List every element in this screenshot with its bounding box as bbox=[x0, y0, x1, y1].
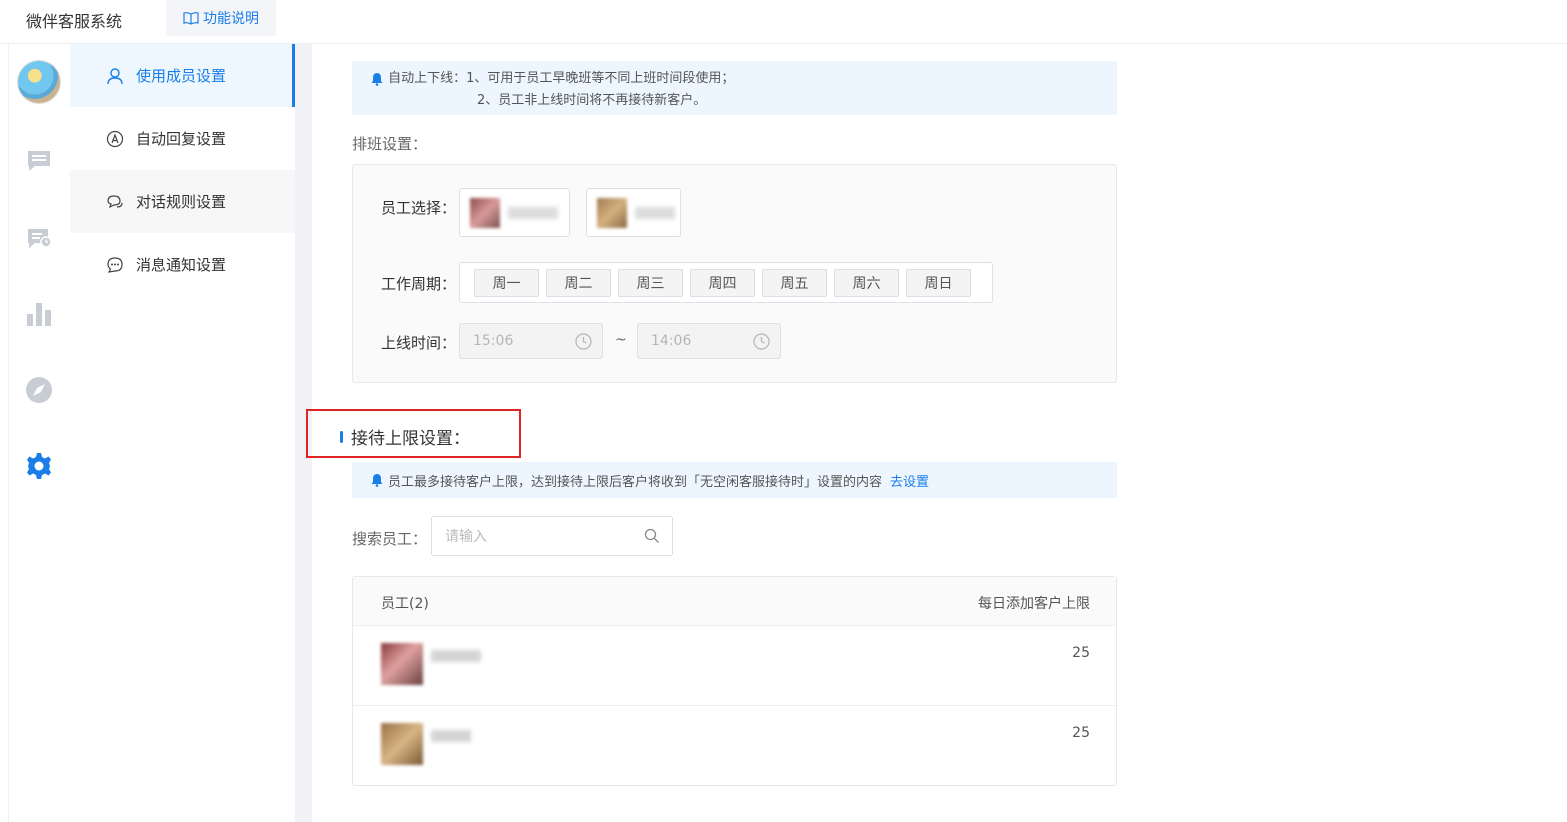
limit-section-title: 接待上限设置： bbox=[340, 424, 470, 449]
submenu-label: 消息通知设置 bbox=[136, 256, 227, 274]
settings-submenu: 使用成员设置 自动回复设置 对话规则设置 消息通知设置 bbox=[70, 44, 295, 822]
schedule-section-label: 排班设置： bbox=[352, 135, 428, 153]
search-employee-label: 搜索员工： bbox=[352, 530, 428, 548]
day-button-sat[interactable]: 周六 bbox=[834, 269, 899, 297]
day-button-sun[interactable]: 周日 bbox=[906, 269, 971, 297]
bell-icon bbox=[371, 72, 383, 86]
day-button-wed[interactable]: 周三 bbox=[618, 269, 683, 297]
daily-limit-value[interactable]: 25 bbox=[1072, 645, 1090, 661]
search-placeholder: 请输入 bbox=[445, 529, 487, 545]
settings-gear-icon[interactable] bbox=[25, 452, 53, 480]
end-time-value: 14:06 bbox=[651, 333, 692, 349]
employee-photo bbox=[381, 723, 423, 765]
app-title: 微伴客服系统 bbox=[26, 12, 123, 31]
search-icon bbox=[644, 528, 659, 543]
end-time-input[interactable]: 14:06 bbox=[637, 323, 781, 359]
submenu-item-members[interactable]: 使用成员设置 bbox=[70, 44, 295, 107]
main-content: 自动上下线：1、可用于员工早晚班等不同上班时间段使用； 2、员工非上线时间将不再… bbox=[306, 44, 1567, 822]
employee-chip[interactable] bbox=[586, 188, 681, 237]
day-button-tue[interactable]: 周二 bbox=[546, 269, 611, 297]
go-settings-link[interactable]: 去设置 bbox=[890, 471, 929, 490]
notice-line-2: 2、员工非上线时间将不再接待新客户。 bbox=[477, 93, 707, 108]
user-icon bbox=[107, 67, 123, 84]
employee-photo bbox=[470, 197, 500, 228]
limit-title-text: 接待上限设置： bbox=[351, 429, 470, 449]
help-link[interactable]: 功能说明 bbox=[166, 0, 276, 36]
table-row[interactable]: 25 bbox=[353, 706, 1116, 786]
day-button-mon[interactable]: 周一 bbox=[474, 269, 539, 297]
bell-icon bbox=[371, 474, 383, 487]
submenu-item-message-notify[interactable]: 消息通知设置 bbox=[70, 233, 295, 296]
auto-online-notice: 自动上下线：1、可用于员工早晚班等不同上班时间段使用； 2、员工非上线时间将不再… bbox=[352, 61, 1117, 115]
employee-limit-table: 员工(2) 每日添加客户上限 25 25 bbox=[352, 576, 1117, 786]
col-employee-header: 员工(2) bbox=[381, 596, 429, 612]
day-button-thu[interactable]: 周四 bbox=[690, 269, 755, 297]
notice-line-1: 自动上下线：1、可用于员工早晚班等不同上班时间段使用； bbox=[388, 71, 735, 86]
employee-photo bbox=[381, 643, 423, 685]
day-button-fri[interactable]: 周五 bbox=[762, 269, 827, 297]
table-row[interactable]: 25 bbox=[353, 626, 1116, 706]
compass-icon[interactable] bbox=[25, 376, 53, 404]
bar-chart-icon[interactable] bbox=[25, 300, 53, 328]
weekday-selector: 周一 周二 周三 周四 周五 周六 周日 bbox=[459, 262, 993, 303]
submenu-label: 使用成员设置 bbox=[136, 67, 227, 85]
table-header: 员工(2) 每日添加客户上限 bbox=[353, 577, 1116, 626]
employee-name-blurred bbox=[431, 650, 481, 662]
help-link-label: 功能说明 bbox=[203, 11, 259, 27]
employee-select-label: 员工选择： bbox=[381, 199, 457, 217]
message-notify-icon bbox=[107, 256, 123, 273]
employee-name-blurred bbox=[431, 730, 471, 742]
employee-photo bbox=[597, 197, 627, 228]
daily-limit-value[interactable]: 25 bbox=[1072, 725, 1090, 741]
employee-chip[interactable] bbox=[459, 188, 570, 237]
avatar[interactable] bbox=[18, 61, 60, 103]
search-employee-input[interactable]: 请输入 bbox=[431, 516, 673, 556]
top-bar: 微伴客服系统 功能说明 bbox=[0, 0, 1567, 44]
col-limit-header: 每日添加客户上限 bbox=[978, 596, 1090, 612]
submenu-label: 自动回复设置 bbox=[136, 130, 227, 148]
dialog-rules-icon bbox=[107, 194, 123, 208]
icon-sidebar bbox=[8, 44, 70, 822]
submenu-item-auto-reply[interactable]: 自动回复设置 bbox=[70, 107, 295, 170]
chat-history-icon[interactable] bbox=[25, 224, 53, 252]
employee-name-blurred bbox=[508, 206, 558, 219]
online-time-label: 上线时间： bbox=[381, 334, 457, 352]
limit-notice-text: 员工最多接待客户上限，达到接待上限后客户将收到「无空闲客服接待时」设置的内容 bbox=[388, 474, 883, 490]
time-range-separator: ~ bbox=[615, 332, 627, 348]
book-icon bbox=[183, 12, 199, 25]
work-period-label: 工作周期： bbox=[381, 275, 457, 293]
start-time-input[interactable]: 15:06 bbox=[459, 323, 603, 359]
schedule-panel: 员工选择： 工作周期： 周一 周二 周三 周四 周五 周六 周日 上线时间： 1… bbox=[352, 164, 1117, 383]
auto-reply-icon bbox=[106, 130, 124, 147]
clock-icon bbox=[753, 333, 770, 350]
title-accent-bar bbox=[340, 430, 343, 443]
start-time-value: 15:06 bbox=[473, 333, 514, 349]
limit-notice: 员工最多接待客户上限，达到接待上限后客户将收到「无空闲客服接待时」设置的内容 去… bbox=[352, 462, 1117, 498]
submenu-item-dialog-rules[interactable]: 对话规则设置 bbox=[70, 170, 295, 233]
chat-icon[interactable] bbox=[25, 146, 53, 174]
employee-name-blurred bbox=[635, 206, 675, 219]
clock-icon bbox=[575, 333, 592, 350]
submenu-label: 对话规则设置 bbox=[136, 193, 227, 211]
